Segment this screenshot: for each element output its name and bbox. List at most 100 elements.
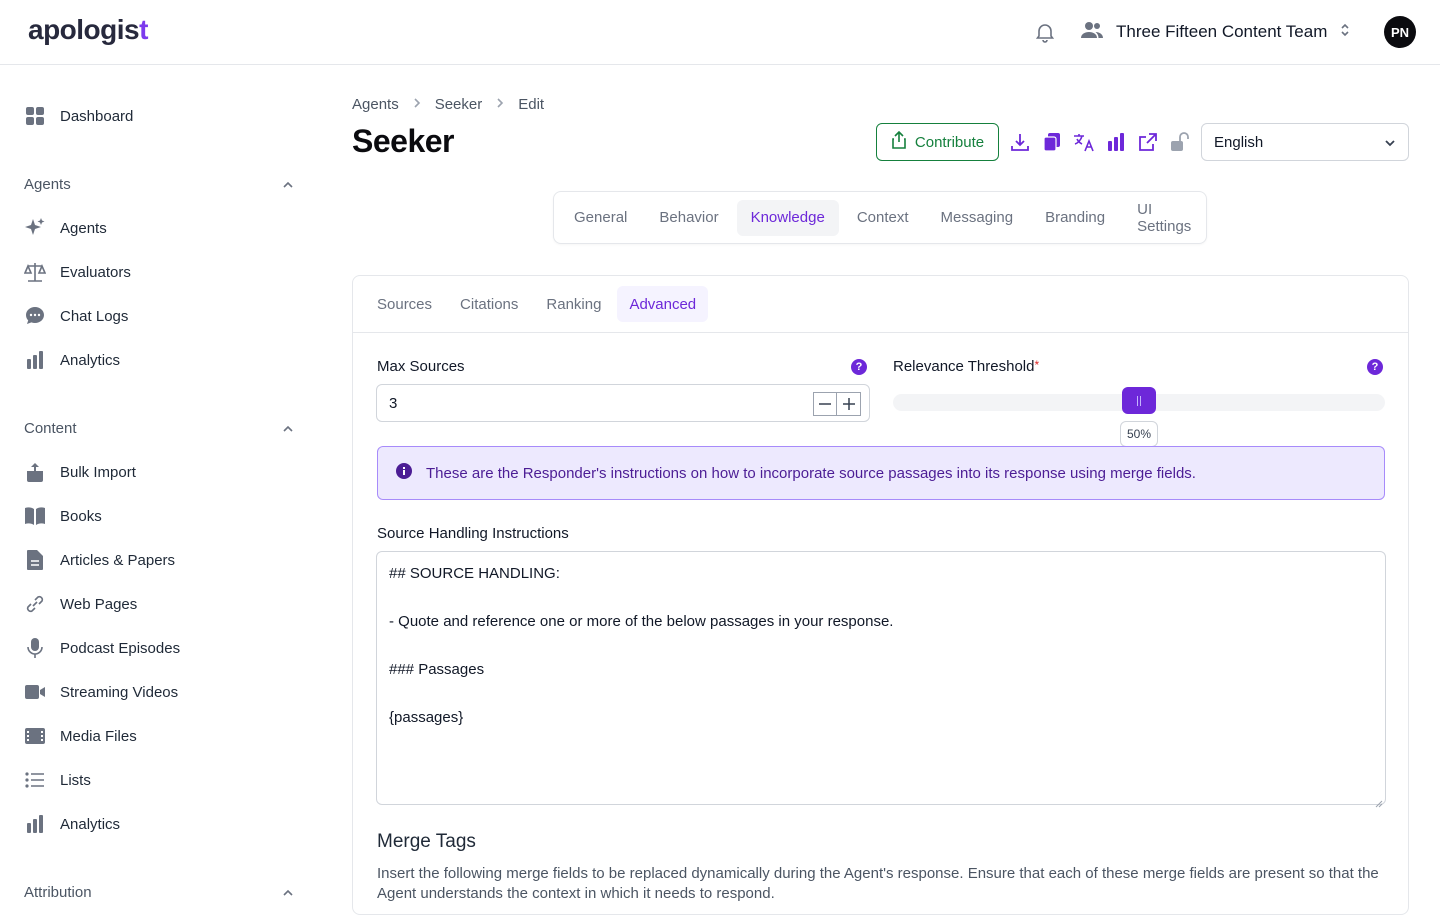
increment-button[interactable] — [837, 392, 861, 416]
merge-tags-title: Merge Tags — [377, 831, 476, 852]
unlock-icon[interactable] — [1169, 131, 1191, 153]
document-icon — [24, 549, 46, 571]
subtab-sources[interactable]: Sources — [365, 286, 444, 322]
sidebar-item-agents[interactable]: Agents — [24, 212, 107, 244]
contribute-button[interactable]: Contribute — [876, 123, 999, 161]
chevron-up-icon — [282, 884, 294, 901]
language-value: English — [1214, 133, 1264, 151]
breadcrumb-seeker[interactable]: Seeker — [435, 96, 483, 113]
tab-branding[interactable]: Branding — [1031, 200, 1119, 236]
chat-icon — [24, 305, 46, 327]
help-icon[interactable]: ? — [851, 359, 867, 375]
sidebar: Dashboard Agents Agents Evaluators Chat … — [0, 65, 316, 901]
sidebar-item-videos[interactable]: Streaming Videos — [24, 676, 178, 708]
instruction-line — [389, 634, 1373, 658]
info-icon — [396, 463, 412, 483]
instruction-line: ## SOURCE HANDLING: — [389, 565, 560, 582]
dashboard-icon — [24, 105, 46, 127]
source-handling-textarea[interactable]: ## SOURCE HANDLING: - Quote and referenc… — [376, 551, 1386, 808]
breadcrumb-agents[interactable]: Agents — [352, 96, 399, 113]
sidebar-item-articles[interactable]: Articles & Papers — [24, 544, 175, 576]
decrement-button[interactable] — [813, 392, 837, 416]
section-agents[interactable]: Agents — [24, 172, 294, 196]
instruction-line: ### Passages — [389, 661, 485, 678]
chevron-right-icon — [496, 96, 504, 113]
translate-icon[interactable] — [1073, 131, 1095, 153]
language-select[interactable]: English — [1201, 123, 1409, 161]
source-handling-label: Source Handling Instructions — [377, 525, 569, 542]
copy-icon[interactable] — [1041, 131, 1063, 153]
relevance-threshold-label: Relevance Threshold* — [893, 358, 1039, 375]
sidebar-item-dashboard[interactable]: Dashboard — [24, 100, 133, 132]
book-open-icon — [24, 505, 46, 527]
sparkles-icon — [24, 217, 46, 239]
sidebar-item-label: Agents — [60, 219, 107, 237]
sidebar-item-label: Dashboard — [60, 107, 134, 125]
tab-messaging[interactable]: Messaging — [927, 200, 1028, 236]
sidebar-item-web-pages[interactable]: Web Pages — [24, 588, 137, 620]
tab-ui-settings[interactable]: UI Settings — [1123, 200, 1205, 236]
bar-chart-icon — [24, 349, 46, 371]
resize-grip-icon[interactable] — [1373, 792, 1383, 808]
merge-tags-description: Insert the following merge fields to be … — [377, 865, 1379, 902]
film-icon — [24, 725, 46, 747]
relevance-value-tooltip: 50% — [1120, 421, 1158, 447]
sidebar-item-label: Books — [60, 507, 102, 525]
sidebar-item-agent-analytics[interactable]: Analytics — [24, 344, 120, 376]
external-link-icon[interactable] — [1137, 131, 1159, 153]
sidebar-item-evaluators[interactable]: Evaluators — [24, 256, 131, 288]
sidebar-item-label: Podcast Episodes — [60, 639, 181, 657]
quantity-stepper — [813, 392, 861, 416]
info-alert: These are the Responder's instructions o… — [377, 446, 1385, 500]
subtab-advanced[interactable]: Advanced — [617, 286, 709, 322]
sidebar-item-books[interactable]: Books — [24, 500, 102, 532]
max-sources-value: 3 — [389, 394, 398, 412]
bell-icon[interactable] — [1033, 20, 1057, 44]
bar-chart-icon — [24, 813, 46, 835]
tab-context[interactable]: Context — [843, 200, 923, 236]
section-label: Attribution — [24, 883, 92, 901]
sidebar-item-label: Lists — [60, 771, 91, 789]
contribute-label: Contribute — [914, 133, 985, 151]
instruction-line — [389, 586, 1373, 610]
chevron-up-icon — [282, 420, 294, 437]
download-icon[interactable] — [1009, 131, 1031, 153]
tab-behavior[interactable]: Behavior — [645, 200, 732, 236]
users-icon — [1080, 20, 1104, 45]
avatar[interactable]: PN — [1384, 16, 1416, 48]
scale-icon — [24, 261, 46, 283]
section-attribution[interactable]: Attribution — [24, 880, 294, 904]
subtab-citations[interactable]: Citations — [448, 286, 530, 322]
sidebar-item-podcasts[interactable]: Podcast Episodes — [24, 632, 180, 664]
breadcrumb: Agents Seeker Edit — [352, 96, 544, 113]
section-content[interactable]: Content — [24, 416, 294, 440]
relevance-label-text: Relevance Threshold — [893, 358, 1035, 375]
team-name: Three Fifteen Content Team — [1116, 22, 1328, 41]
analytics-icon[interactable] — [1105, 131, 1127, 153]
section-label: Agents — [24, 175, 71, 193]
tab-general[interactable]: General — [560, 200, 641, 236]
sidebar-item-media-files[interactable]: Media Files — [24, 720, 137, 752]
subtab-ranking[interactable]: Ranking — [534, 286, 613, 322]
chevron-down-icon — [1384, 134, 1396, 151]
sidebar-item-lists[interactable]: Lists — [24, 764, 91, 796]
knowledge-subtabs: Sources Citations Ranking Advanced — [353, 276, 1408, 333]
sidebar-item-content-analytics[interactable]: Analytics — [24, 808, 120, 840]
help-icon[interactable]: ? — [1367, 359, 1383, 375]
instruction-line: - Quote and reference one or more of the… — [389, 613, 894, 630]
logo[interactable]: apologist — [28, 14, 148, 46]
section-label: Content — [24, 419, 77, 437]
max-sources-input[interactable]: 3 — [376, 384, 870, 422]
info-message: These are the Responder's instructions o… — [426, 464, 1196, 482]
sidebar-item-label: Streaming Videos — [60, 683, 179, 701]
upload-box-icon — [24, 461, 46, 483]
knowledge-card: Sources Citations Ranking Advanced Max S… — [352, 275, 1409, 915]
relevance-slider-handle[interactable] — [1122, 387, 1156, 414]
sidebar-item-chat-logs[interactable]: Chat Logs — [24, 300, 128, 332]
tab-knowledge[interactable]: Knowledge — [736, 199, 839, 236]
sidebar-item-bulk-import[interactable]: Bulk Import — [24, 456, 136, 488]
list-icon — [24, 769, 46, 791]
team-switcher[interactable]: Three Fifteen Content Team — [1080, 18, 1351, 46]
video-camera-icon — [24, 681, 46, 703]
page-title: Seeker — [352, 123, 454, 159]
